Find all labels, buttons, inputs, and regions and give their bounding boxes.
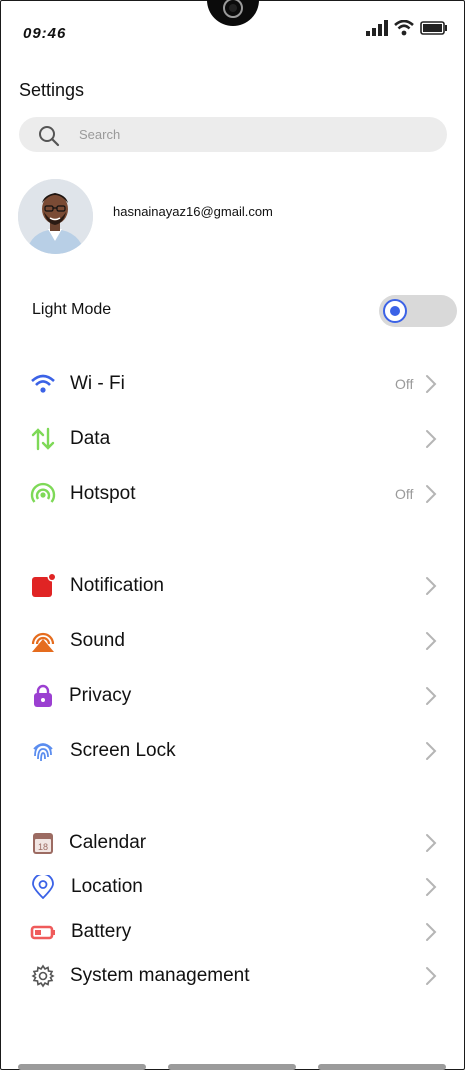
- settings-row-label: Hotspot: [70, 483, 136, 504]
- settings-row-label: Screen Lock: [70, 740, 176, 761]
- settings-row-notification[interactable]: Notification: [0, 566, 465, 606]
- chevron-right-icon: [425, 631, 437, 656]
- settings-row-battery[interactable]: Battery: [0, 912, 465, 952]
- chevron-right-icon: [425, 686, 437, 711]
- settings-row-wi-fi[interactable]: Wi - Fi Off: [0, 364, 465, 404]
- settings-row-system-management[interactable]: System management: [0, 956, 465, 996]
- svg-text:18: 18: [38, 842, 48, 852]
- search-icon: [39, 126, 60, 147]
- data-arrows-icon: [30, 427, 56, 451]
- settings-row-label: System management: [70, 965, 250, 986]
- sound-icon: [30, 629, 56, 653]
- settings-row-label: Location: [71, 876, 143, 897]
- nav-bar-segment: [168, 1064, 296, 1070]
- signal-icon: [366, 20, 388, 36]
- settings-row-value: Off: [395, 486, 414, 502]
- settings-row-label: Data: [70, 428, 111, 449]
- nav-bar-segment: [18, 1064, 146, 1070]
- search-bar[interactable]: Search: [19, 117, 447, 152]
- fingerprint-icon: [30, 739, 56, 763]
- lock-icon: [30, 684, 56, 708]
- settings-row-label: Wi - Fi: [70, 373, 125, 394]
- settings-row-location[interactable]: Location: [0, 867, 465, 907]
- chevron-right-icon: [425, 922, 437, 947]
- settings-row-label: Notification: [70, 575, 164, 596]
- search-placeholder[interactable]: Search: [79, 127, 120, 142]
- settings-row-label: Sound: [70, 630, 125, 651]
- settings-row-sound[interactable]: Sound: [0, 621, 465, 661]
- chevron-right-icon: [425, 429, 437, 454]
- location-pin-icon: [30, 873, 56, 900]
- settings-row-label: Privacy: [69, 685, 132, 706]
- gear-icon: [30, 964, 56, 988]
- toggle-knob: [383, 299, 407, 323]
- chevron-right-icon: [425, 833, 437, 858]
- chevron-right-icon: [425, 966, 437, 991]
- settings-row-hotspot[interactable]: Hotspot Off: [0, 474, 465, 514]
- calendar-icon: 18: [30, 831, 56, 855]
- notification-icon: [30, 572, 57, 598]
- settings-row-label: Battery: [71, 921, 132, 942]
- settings-row-value: Off: [395, 376, 414, 392]
- phone-frame: [0, 0, 465, 1070]
- status-time: 09:46: [23, 25, 67, 42]
- chevron-right-icon: [425, 877, 437, 902]
- avatar[interactable]: [18, 179, 93, 254]
- light-mode-toggle[interactable]: [379, 295, 457, 327]
- hotspot-icon: [30, 482, 56, 506]
- avatar-photo: [18, 179, 93, 254]
- profile-email: hasnainayaz16@gmail.com: [113, 204, 273, 219]
- settings-row-privacy[interactable]: Privacy: [0, 676, 465, 716]
- wifi-status-icon: [394, 20, 414, 36]
- chevron-right-icon: [425, 484, 437, 509]
- chevron-right-icon: [425, 741, 437, 766]
- battery-status-icon: [420, 21, 447, 35]
- settings-row-calendar[interactable]: 18 Calendar: [0, 823, 465, 863]
- page-title: Settings: [19, 80, 85, 100]
- chevron-right-icon: [425, 576, 437, 601]
- nav-bar-segment: [318, 1064, 446, 1070]
- wifi-icon: [30, 372, 56, 396]
- settings-row-data[interactable]: Data: [0, 419, 465, 459]
- settings-row-label: Calendar: [69, 832, 147, 853]
- light-mode-label: Light Mode: [32, 301, 112, 318]
- battery-icon: [30, 920, 56, 944]
- settings-row-screen-lock[interactable]: Screen Lock: [0, 731, 465, 771]
- camera-icon: [223, 0, 243, 18]
- status-icons: [366, 20, 448, 36]
- chevron-right-icon: [425, 374, 437, 399]
